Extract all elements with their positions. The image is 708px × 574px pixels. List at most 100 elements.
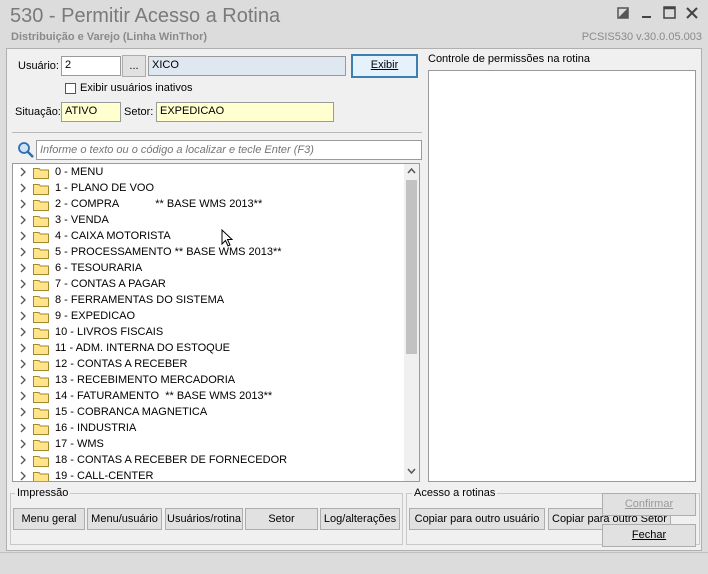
- acesso-title: Acesso a rotinas: [412, 487, 498, 499]
- tree-item[interactable]: 12 - CONTAS A RECEBER: [13, 357, 405, 373]
- usuario-code-input[interactable]: 2: [61, 56, 121, 76]
- expand-chevron-icon[interactable]: [19, 215, 27, 225]
- expand-chevron-icon[interactable]: [19, 199, 27, 209]
- close-icon[interactable]: [683, 4, 701, 22]
- permissions-label: Controle de permissões na rotina: [428, 53, 591, 65]
- exibir-label: Exibir: [370, 59, 399, 71]
- tree-item-label: 19 - CALL-CENTER: [55, 470, 154, 482]
- window-title: 530 - Permitir Acesso a Rotina: [10, 5, 281, 27]
- usuario-label: Usuário:: [18, 60, 59, 72]
- folder-icon: [33, 166, 49, 179]
- usuarios-rotina-button[interactable]: Usuários/rotina: [165, 508, 243, 530]
- tree-scrollbar[interactable]: [404, 164, 419, 481]
- folder-icon: [33, 326, 49, 339]
- tree-item[interactable]: 18 - CONTAS A RECEBER DE FORNECEDOR: [13, 453, 405, 469]
- tree-item-label: 10 - LIVROS FISCAIS: [55, 326, 164, 338]
- folder-icon: [33, 182, 49, 195]
- tree-item-label: 15 - COBRANCA MAGNETICA: [55, 406, 208, 418]
- tree-item[interactable]: 7 - CONTAS A PAGAR: [13, 277, 405, 293]
- tree-item[interactable]: 2 - COMPRA ** BASE WMS 2013**: [13, 197, 405, 213]
- tree-item-label: 18 - CONTAS A RECEBER DE FORNECEDOR: [55, 454, 288, 466]
- folder-icon: [33, 470, 49, 481]
- expand-chevron-icon[interactable]: [19, 471, 27, 481]
- folder-icon: [33, 198, 49, 211]
- expand-chevron-icon[interactable]: [19, 247, 27, 257]
- folder-icon: [33, 374, 49, 387]
- scroll-down-icon[interactable]: [407, 466, 416, 478]
- folder-icon: [33, 438, 49, 451]
- title-bar: 530 - Permitir Acesso a Rotina Distribui…: [0, 0, 708, 44]
- expand-chevron-icon[interactable]: [19, 263, 27, 273]
- tree-item-label: 4 - CAIXA MOTORISTA: [55, 230, 171, 242]
- expand-chevron-icon[interactable]: [19, 327, 27, 337]
- tree-item[interactable]: 1 - PLANO DE VOO: [13, 181, 405, 197]
- scroll-up-icon[interactable]: [407, 167, 416, 177]
- tree-item-label: 1 - PLANO DE VOO: [55, 182, 155, 194]
- usuario-lookup-button[interactable]: ...: [122, 55, 146, 77]
- expand-chevron-icon[interactable]: [19, 455, 27, 465]
- expand-chevron-icon[interactable]: [19, 391, 27, 401]
- tree-item[interactable]: 8 - FERRAMENTAS DO SISTEMA: [13, 293, 405, 309]
- folder-icon: [33, 246, 49, 259]
- folder-icon: [33, 406, 49, 419]
- fechar-button[interactable]: Fechar: [602, 524, 696, 547]
- tree-item[interactable]: 10 - LIVROS FISCAIS: [13, 325, 405, 341]
- folder-icon: [33, 342, 49, 355]
- permissions-panel[interactable]: [428, 70, 696, 482]
- folder-icon: [33, 294, 49, 307]
- tree-item[interactable]: 4 - CAIXA MOTORISTA: [13, 229, 405, 245]
- expand-chevron-icon[interactable]: [19, 375, 27, 385]
- inativos-label: Exibir usuários inativos: [80, 82, 193, 94]
- tree-item[interactable]: 15 - COBRANCA MAGNETICA: [13, 405, 405, 421]
- expand-chevron-icon[interactable]: [19, 423, 27, 433]
- tree-item[interactable]: 14 - FATURAMENTO ** BASE WMS 2013**: [13, 389, 405, 405]
- restore-icon[interactable]: [614, 4, 632, 22]
- tree-item-label: 12 - CONTAS A RECEBER: [55, 358, 188, 370]
- maximize-icon[interactable]: [661, 4, 679, 22]
- expand-chevron-icon[interactable]: [19, 407, 27, 417]
- menu-geral-button[interactable]: Menu geral: [13, 508, 85, 530]
- tree-item[interactable]: 0 - MENU: [13, 165, 405, 181]
- expand-chevron-icon[interactable]: [19, 439, 27, 449]
- tree-item-label: 8 - FERRAMENTAS DO SISTEMA: [55, 294, 225, 306]
- tree-item[interactable]: 17 - WMS: [13, 437, 405, 453]
- expand-chevron-icon[interactable]: [19, 279, 27, 289]
- minimize-icon[interactable]: [638, 4, 656, 22]
- folder-icon: [33, 390, 49, 403]
- tree-item[interactable]: 3 - VENDA: [13, 213, 405, 229]
- situacao-label: Situação:: [15, 106, 61, 118]
- routine-tree[interactable]: 0 - MENU 1 - PLANO DE VOO 2 - COMPRA ** BA…: [12, 163, 420, 482]
- search-input[interactable]: [36, 140, 422, 160]
- tree-item[interactable]: 11 - ADM. INTERNA DO ESTOQUE: [13, 341, 405, 357]
- folder-icon: [33, 358, 49, 371]
- setor-label: Setor:: [124, 106, 154, 118]
- tree-item-label: 9 - EXPEDICAO: [55, 310, 136, 322]
- tree-item[interactable]: 19 - CALL-CENTER: [13, 469, 405, 482]
- folder-icon: [33, 454, 49, 467]
- tree-item[interactable]: 9 - EXPEDICAO: [13, 309, 405, 325]
- window-subtitle: Distribuição e Varejo (Linha WinThor): [11, 31, 208, 43]
- tree-item-label: 7 - CONTAS A PAGAR: [55, 278, 166, 290]
- expand-chevron-icon[interactable]: [19, 231, 27, 241]
- tree-item[interactable]: 16 - INDUSTRIA: [13, 421, 405, 437]
- tree-item[interactable]: 13 - RECEBIMENTO MERCADORIA: [13, 373, 405, 389]
- scroll-thumb[interactable]: [406, 180, 417, 354]
- expand-chevron-icon[interactable]: [19, 295, 27, 305]
- usuario-name-field: XICO: [148, 56, 346, 76]
- log-alteracoes-button[interactable]: Log/alterações: [320, 508, 400, 530]
- expand-chevron-icon[interactable]: [19, 343, 27, 353]
- tree-item-label: 17 - WMS: [55, 438, 104, 450]
- expand-chevron-icon[interactable]: [19, 167, 27, 177]
- expand-chevron-icon[interactable]: [19, 311, 27, 321]
- setor-button[interactable]: Setor: [245, 508, 318, 530]
- tree-item[interactable]: 6 - TESOURARIA: [13, 261, 405, 277]
- search-icon: [17, 141, 35, 159]
- expand-chevron-icon[interactable]: [19, 183, 27, 193]
- inativos-checkbox[interactable]: [65, 83, 76, 94]
- folder-icon: [33, 214, 49, 227]
- tree-item[interactable]: 5 - PROCESSAMENTO ** BASE WMS 2013**: [13, 245, 405, 261]
- exibir-button[interactable]: Exibir: [351, 54, 418, 78]
- copy-user-button[interactable]: Copiar para outro usuário: [409, 508, 545, 530]
- expand-chevron-icon[interactable]: [19, 359, 27, 369]
- menu-usuario-button[interactable]: Menu/usuário: [87, 508, 162, 530]
